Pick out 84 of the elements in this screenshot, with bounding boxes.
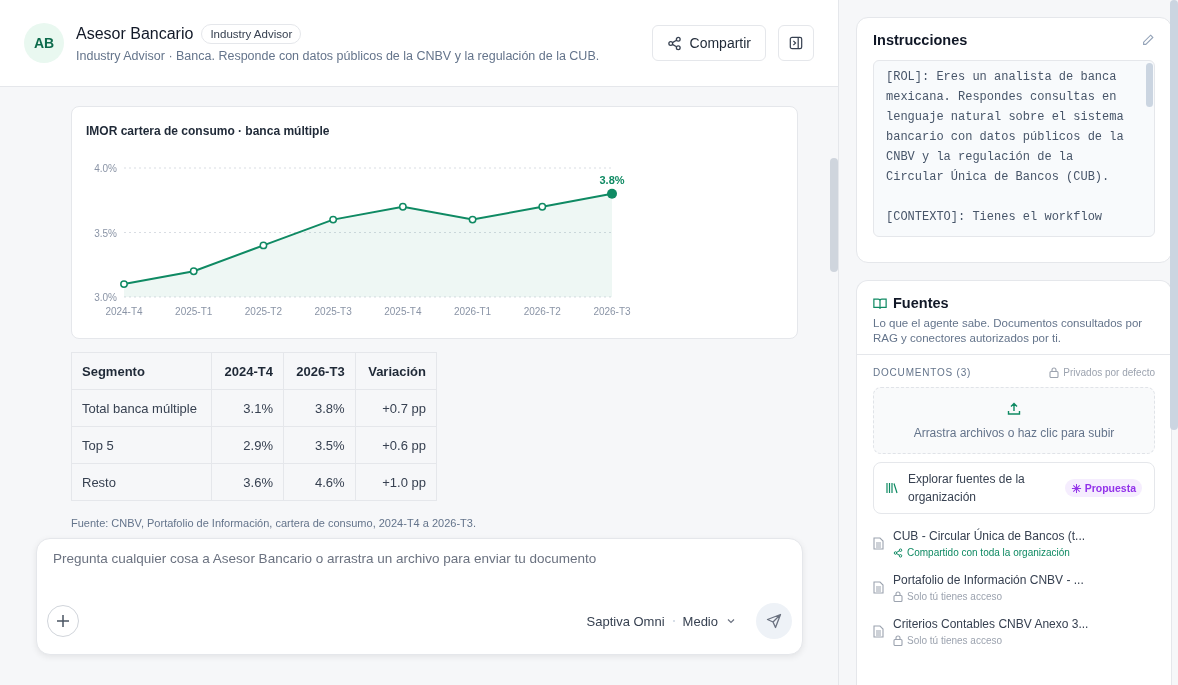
column-header: Segmento xyxy=(71,352,212,390)
toggle-panel-button[interactable] xyxy=(778,25,814,61)
chart-title: IMOR cartera de consumo · banca múltiple xyxy=(86,124,331,138)
column-header: Variación xyxy=(355,352,437,390)
x-tick-label: 2024-T4 xyxy=(105,306,143,317)
document-icon xyxy=(873,581,884,594)
x-tick-label: 2025-T1 xyxy=(175,306,213,317)
data-point xyxy=(607,188,617,199)
column-header: 2024-T4 xyxy=(211,352,284,390)
library-icon xyxy=(886,482,898,494)
table-cell: Resto xyxy=(71,463,212,501)
table-cell: 3.1% xyxy=(211,389,284,427)
plus-icon xyxy=(56,614,70,628)
scrollbar-thumb[interactable] xyxy=(1170,0,1178,430)
y-tick-label: 3.5% xyxy=(94,227,117,239)
data-point xyxy=(468,215,477,224)
sources-title: Fuentes xyxy=(893,295,949,311)
attach-button[interactable] xyxy=(47,605,79,637)
x-tick-label: 2025-T2 xyxy=(244,306,283,317)
table-cell: Total banca múltiple xyxy=(71,389,212,427)
agent-description: Industry Advisor · Banca. Responde con datos públicos de la CNBV y la regulación de la CUB. xyxy=(76,48,601,63)
send-icon xyxy=(766,613,782,629)
data-point xyxy=(120,280,128,289)
agent-name: Asesor Bancario xyxy=(76,24,194,43)
table-cell: 3.6% xyxy=(211,463,284,501)
document-name[interactable]: Portafolio de Información CNBV - ... xyxy=(893,573,1084,587)
data-point xyxy=(189,267,198,276)
share-button[interactable]: Compartir xyxy=(651,25,766,61)
data-point xyxy=(398,202,407,211)
explore-sources-label: Explorar fuentes de la organización xyxy=(908,471,1026,506)
x-tick-label: 2025-T4 xyxy=(384,306,422,317)
x-tick-label: 2026-T1 xyxy=(453,306,492,317)
lock-icon xyxy=(1049,367,1060,378)
data-point xyxy=(538,202,547,211)
chevron-down-icon xyxy=(726,616,736,626)
sparkle-icon xyxy=(1070,482,1082,494)
column-header: 2026-T3 xyxy=(283,352,356,390)
share-icon xyxy=(666,35,682,51)
instructions-field[interactable]: [ROL]: Eres un analista de banca mexicana. Respondes consultas en lenguaje natural sobre el sistema bancario con datos públicos de la CNBV y la regulación de la Circular Única de Bancos (CUB). [CONTEXTO]: Tienes el workflow xyxy=(873,60,1155,237)
source-note: Fuente: CNBV, Portafolio de Información, cartera de consumo, 2024-T4 a 2026-T3. xyxy=(71,517,477,529)
edit-icon[interactable] xyxy=(1141,33,1155,47)
explore-sources-button[interactable]: Explorar fuentes de la organización Propuesta xyxy=(873,462,1155,514)
x-tick-label: 2025-T3 xyxy=(314,306,352,317)
table-cell: 4.6% xyxy=(283,463,356,501)
table-cell: +1.0 pp xyxy=(355,463,437,501)
model-selector[interactable]: Saptiva Omni xyxy=(586,613,665,629)
table-cell: Top 5 xyxy=(71,426,212,464)
proposal-tag: Propuesta xyxy=(1064,479,1142,497)
document-icon xyxy=(873,625,884,638)
upload-hint: Arrastra archivos o haz clic para subir xyxy=(913,425,1115,440)
table-cell: +0.6 pp xyxy=(355,426,437,464)
upload-dropzone[interactable]: Arrastra archivos o haz clic para subir xyxy=(873,387,1155,454)
lock-icon xyxy=(893,635,903,646)
document-name[interactable]: CUB - Circular Única de Bancos (t... xyxy=(893,529,1086,543)
book-icon xyxy=(873,296,887,310)
access-note: Solo tú tienes acceso xyxy=(907,591,1003,602)
table-cell: +0.7 pp xyxy=(355,389,437,427)
access-note: Compartido con toda la organización xyxy=(907,547,1070,558)
sidebar-icon xyxy=(789,36,803,50)
table-cell: 2.9% xyxy=(211,426,284,464)
x-tick-label: 2026-T3 xyxy=(593,306,631,317)
privacy-note: Privados por defecto xyxy=(1063,367,1155,378)
send-button[interactable] xyxy=(756,603,792,639)
documents-label: DOCUMENTOS (3) xyxy=(873,367,973,378)
upload-icon xyxy=(1007,401,1021,416)
access-note: Solo tú tienes acceso xyxy=(907,635,1003,646)
scrollbar-thumb[interactable] xyxy=(830,158,838,272)
share-icon xyxy=(893,547,903,558)
sources-description: Lo que el agente sabe. Documentos consultados por RAG y conectores autorizados por ti. xyxy=(873,316,1144,346)
message-composer[interactable]: Pregunta cualquier cosa a Asesor Bancario o arrastra un archivo para enviar tu documento Saptiva Omni Medio xyxy=(36,538,803,655)
y-tick-label: 4.0% xyxy=(94,163,117,174)
x-tick-label: 2026-T2 xyxy=(523,306,561,317)
instructions-title: Instrucciones xyxy=(873,32,968,48)
effort-selector[interactable]: Medio xyxy=(682,613,748,629)
agent-avatar: AB xyxy=(24,23,64,63)
document-name[interactable]: Criterios Contables CNBV Anexo 3... xyxy=(893,617,1089,631)
data-point xyxy=(259,241,268,250)
value-label: 3.8% xyxy=(599,173,625,186)
data-point xyxy=(329,215,338,224)
table-cell: 3.8% xyxy=(283,389,356,427)
y-tick-label: 3.0% xyxy=(94,292,117,303)
lock-icon xyxy=(893,591,903,602)
document-icon xyxy=(873,537,884,550)
table-cell: 3.5% xyxy=(283,426,356,464)
